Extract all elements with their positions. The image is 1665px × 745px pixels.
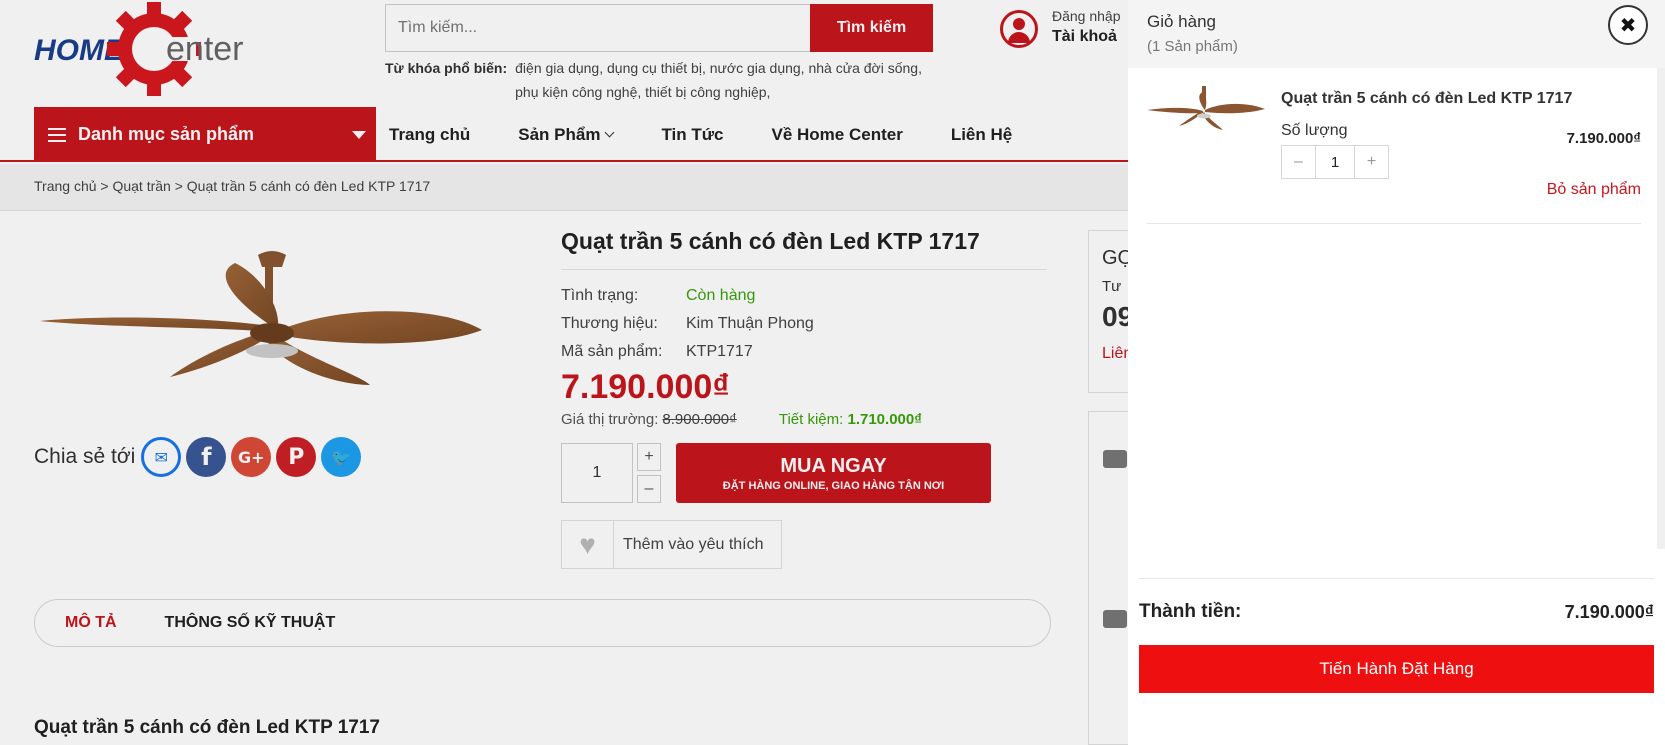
cart-header: Giỏ hàng (1 Sản phẩm) ✖ bbox=[1128, 0, 1665, 68]
cart-total-label: Thành tiền: bbox=[1139, 601, 1242, 622]
cart-quantity-minus[interactable]: – bbox=[1282, 146, 1315, 178]
page-overlay[interactable] bbox=[0, 0, 1128, 745]
cart-item: Quạt trần 5 cánh có đèn Led KTP 1717 Số … bbox=[1147, 80, 1641, 224]
remove-item-link[interactable]: Bỏ sản phẩm bbox=[1547, 181, 1641, 199]
cart-total-row: Thành tiền: 7.190.000₫ bbox=[1139, 579, 1654, 645]
cart-quantity-label: Số lượng bbox=[1281, 122, 1348, 139]
cart-quantity-input[interactable]: 1 bbox=[1315, 146, 1355, 178]
cart-footer: Thành tiền: 7.190.000₫ Tiến Hành Đặt Hàn… bbox=[1139, 578, 1654, 693]
close-icon[interactable]: ✖ bbox=[1608, 5, 1648, 45]
cart-quantity-stepper: – 1 + bbox=[1281, 145, 1389, 179]
cart-item-count: (1 Sản phẩm) bbox=[1147, 38, 1238, 55]
cart-item-price: 7.190.000₫ bbox=[1566, 130, 1641, 147]
cart-total-value: 7.190.000₫ bbox=[1564, 601, 1654, 622]
cart-item-name[interactable]: Quạt trần 5 cánh có đèn Led KTP 1717 bbox=[1281, 90, 1572, 108]
cart-quantity-plus[interactable]: + bbox=[1355, 146, 1388, 178]
checkout-button[interactable]: Tiến Hành Đặt Hàng bbox=[1139, 645, 1654, 693]
cart-item-thumbnail[interactable] bbox=[1147, 84, 1265, 134]
cart-drawer: Giỏ hàng (1 Sản phẩm) ✖ Quạt trần 5 cánh… bbox=[1128, 0, 1665, 745]
cart-scrollbar[interactable] bbox=[1657, 68, 1665, 549]
cart-title: Giỏ hàng bbox=[1147, 12, 1216, 31]
